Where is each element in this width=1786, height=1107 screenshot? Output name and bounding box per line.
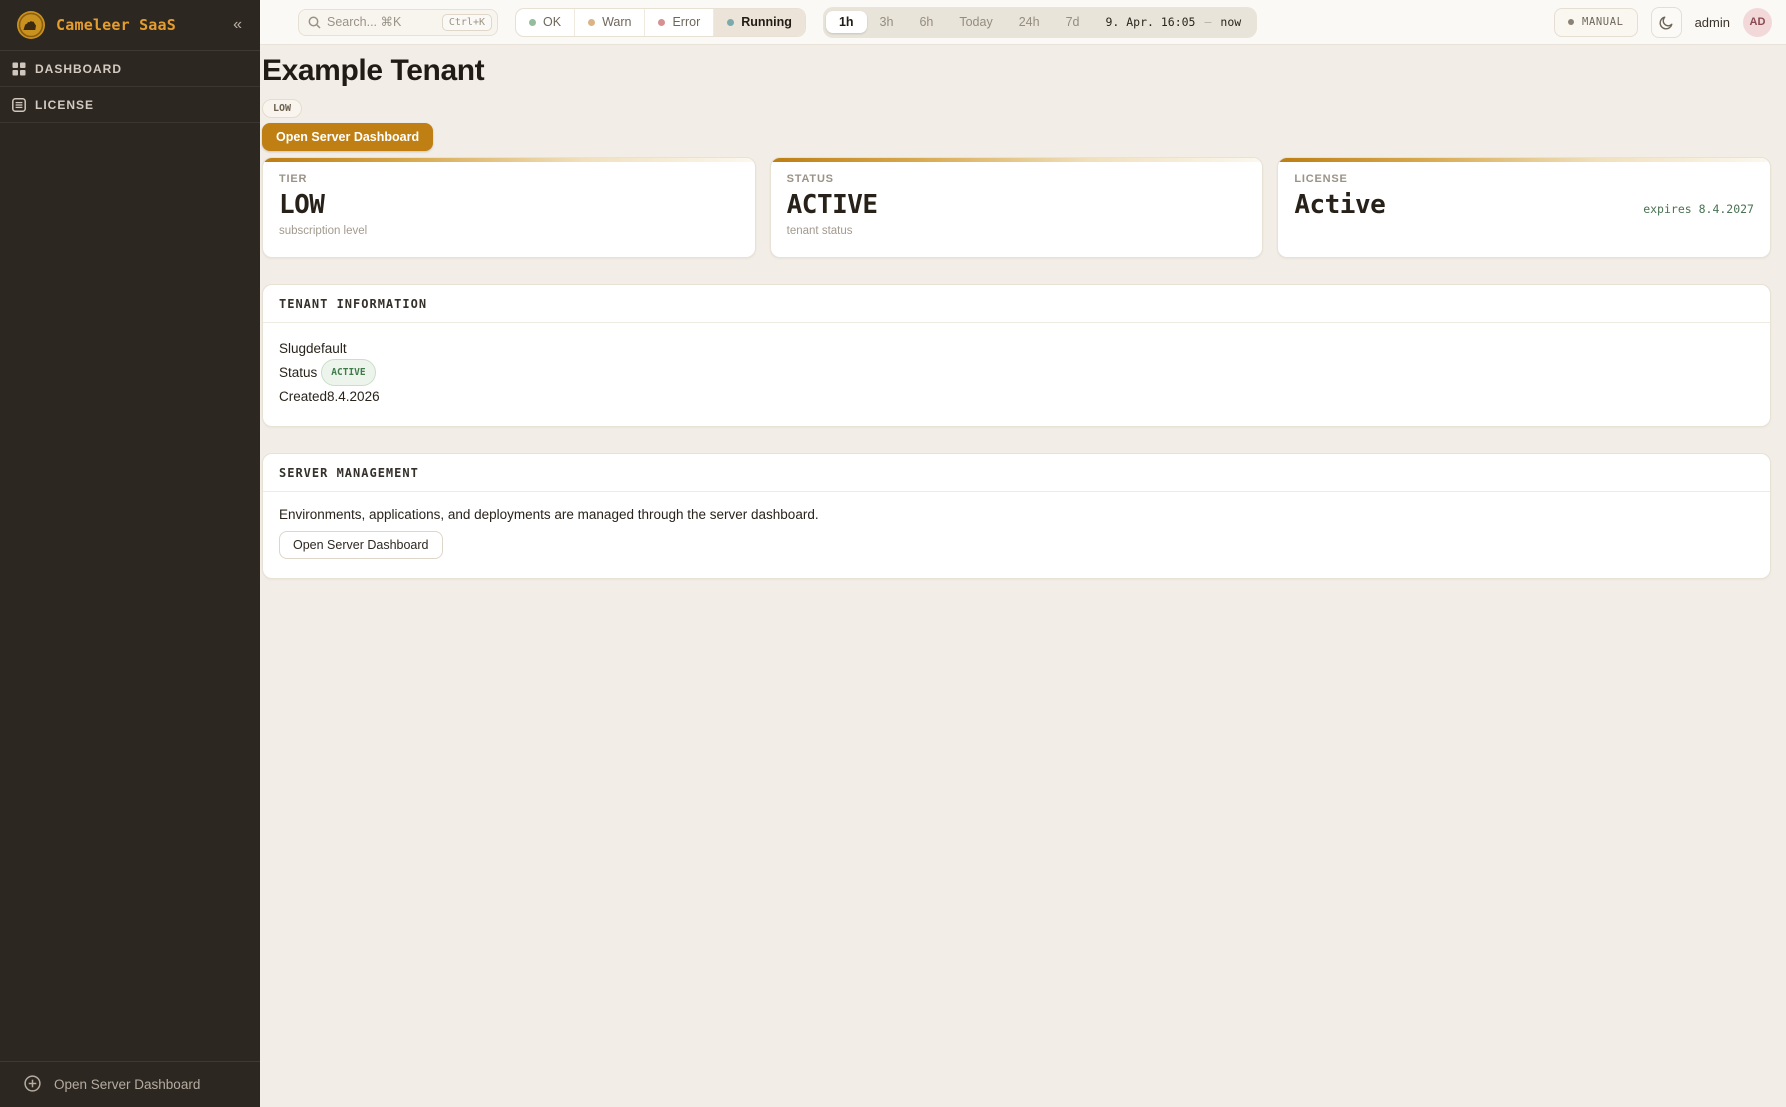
topbar-right-cluster: MANUAL admin AD [1554,7,1772,38]
time-from: 9. Apr. 16:05 [1105,15,1195,29]
refresh-mode-label: MANUAL [1582,16,1624,28]
time-range-today[interactable]: Today [946,11,1005,33]
topbar: Ctrl+K OK Warn Error Running 1h 3h 6 [260,0,1786,45]
globe-plus-icon [24,1075,41,1095]
time-range-24h[interactable]: 24h [1006,11,1053,33]
status-card: STATUS ACTIVE tenant status [770,157,1264,258]
license-icon [12,98,26,112]
refresh-mode-dot [1568,19,1574,25]
main-content: Example Tenant LOW Open Server Dashboard… [260,45,1786,1107]
ctrl-k-shortcut-badge: Ctrl+K [442,14,492,31]
slug-value: default [306,338,347,359]
time-range-7d[interactable]: 7d [1053,11,1093,33]
sidebar-spacer [0,123,260,1061]
sidebar-collapse-icon[interactable]: « [229,16,246,34]
slug-row: Slugdefault [279,338,1754,359]
filter-error[interactable]: Error [645,9,714,36]
tier-badge-row: LOW [262,98,1771,118]
camel-logo-icon [16,10,46,40]
tier-badge: LOW [262,99,302,118]
search-box[interactable]: Ctrl+K [298,9,498,36]
license-card-label: LICENSE [1294,173,1754,185]
open-server-dashboard-secondary-button[interactable]: Open Server Dashboard [279,531,443,559]
filter-label: Running [741,15,792,29]
created-label: Created [279,386,327,407]
tenant-information-title: TENANT INFORMATION [263,285,1770,323]
server-management-title: SERVER MANAGEMENT [263,454,1770,492]
dark-mode-toggle[interactable] [1651,7,1682,38]
stat-cards-row: TIER LOW subscription level STATUS ACTIV… [262,157,1771,258]
license-expiry: expires 8.4.2027 [1643,202,1754,216]
time-separator: — [1204,15,1211,29]
sidebar-footer-label: Open Server Dashboard [54,1077,200,1092]
license-card: LICENSE Active expires 8.4.2027 [1277,157,1771,258]
time-range-group: 1h 3h 6h Today 24h 7d 9. Apr. 16:05 — no… [823,7,1257,38]
tier-card-sub: subscription level [279,225,739,237]
search-input[interactable] [327,15,436,29]
status-card-value: ACTIVE [787,190,878,220]
created-row: Created8.4.2026 [279,386,1754,407]
time-to: now [1220,15,1241,29]
tier-card: TIER LOW subscription level [262,157,756,258]
status-row: Status ACTIVE [279,359,1754,386]
filter-warn[interactable]: Warn [575,9,645,36]
time-range-display: 9. Apr. 16:05 — now [1092,15,1254,29]
filter-ok[interactable]: OK [516,9,575,36]
tier-card-label: TIER [279,173,739,185]
time-range-1h[interactable]: 1h [826,11,867,33]
content-column: Ctrl+K OK Warn Error Running 1h 3h 6 [260,0,1786,1107]
status-label: Status [279,362,317,383]
time-range-3h[interactable]: 3h [867,11,907,33]
status-card-sub: tenant status [787,225,1247,237]
slug-label: Slug [279,338,306,359]
active-status-badge: ACTIVE [321,359,375,386]
sidebar: Cameleer SaaS « DASHBOARD LICENSE [0,0,260,1107]
filter-running[interactable]: Running [714,9,805,36]
sidebar-item-license[interactable]: LICENSE [0,87,260,123]
avatar[interactable]: AD [1743,8,1772,37]
refresh-mode-button[interactable]: MANUAL [1554,8,1638,37]
sidebar-item-label: LICENSE [35,98,94,112]
search-icon [308,16,321,29]
tier-card-value: LOW [279,190,324,220]
page-title: Example Tenant [262,54,1771,88]
status-card-label: STATUS [787,173,1247,185]
open-server-dashboard-button[interactable]: Open Server Dashboard [262,123,433,151]
time-range-6h[interactable]: 6h [906,11,946,33]
filter-label: Warn [602,15,631,29]
warn-status-dot [588,19,595,26]
sidebar-open-server-dashboard[interactable]: Open Server Dashboard [0,1061,260,1107]
error-status-dot [658,19,665,26]
running-status-dot [727,19,734,26]
sidebar-item-dashboard[interactable]: DASHBOARD [0,51,260,87]
status-filter-group: OK Warn Error Running [515,8,806,37]
filter-label: Error [672,15,700,29]
ok-status-dot [529,19,536,26]
sidebar-item-label: DASHBOARD [35,62,122,76]
brand-title: Cameleer SaaS [56,16,219,34]
created-value: 8.4.2026 [327,386,380,407]
filter-label: OK [543,15,561,29]
username-label: admin [1695,15,1730,30]
grid-icon [12,62,26,76]
server-management-description: Environments, applications, and deployme… [279,507,1754,522]
tenant-information-panel: TENANT INFORMATION Slugdefault Status AC… [262,284,1771,427]
sidebar-header: Cameleer SaaS « [0,0,260,51]
moon-icon [1659,15,1674,30]
license-card-value: Active [1294,190,1385,220]
server-management-panel: SERVER MANAGEMENT Environments, applicat… [262,453,1771,579]
